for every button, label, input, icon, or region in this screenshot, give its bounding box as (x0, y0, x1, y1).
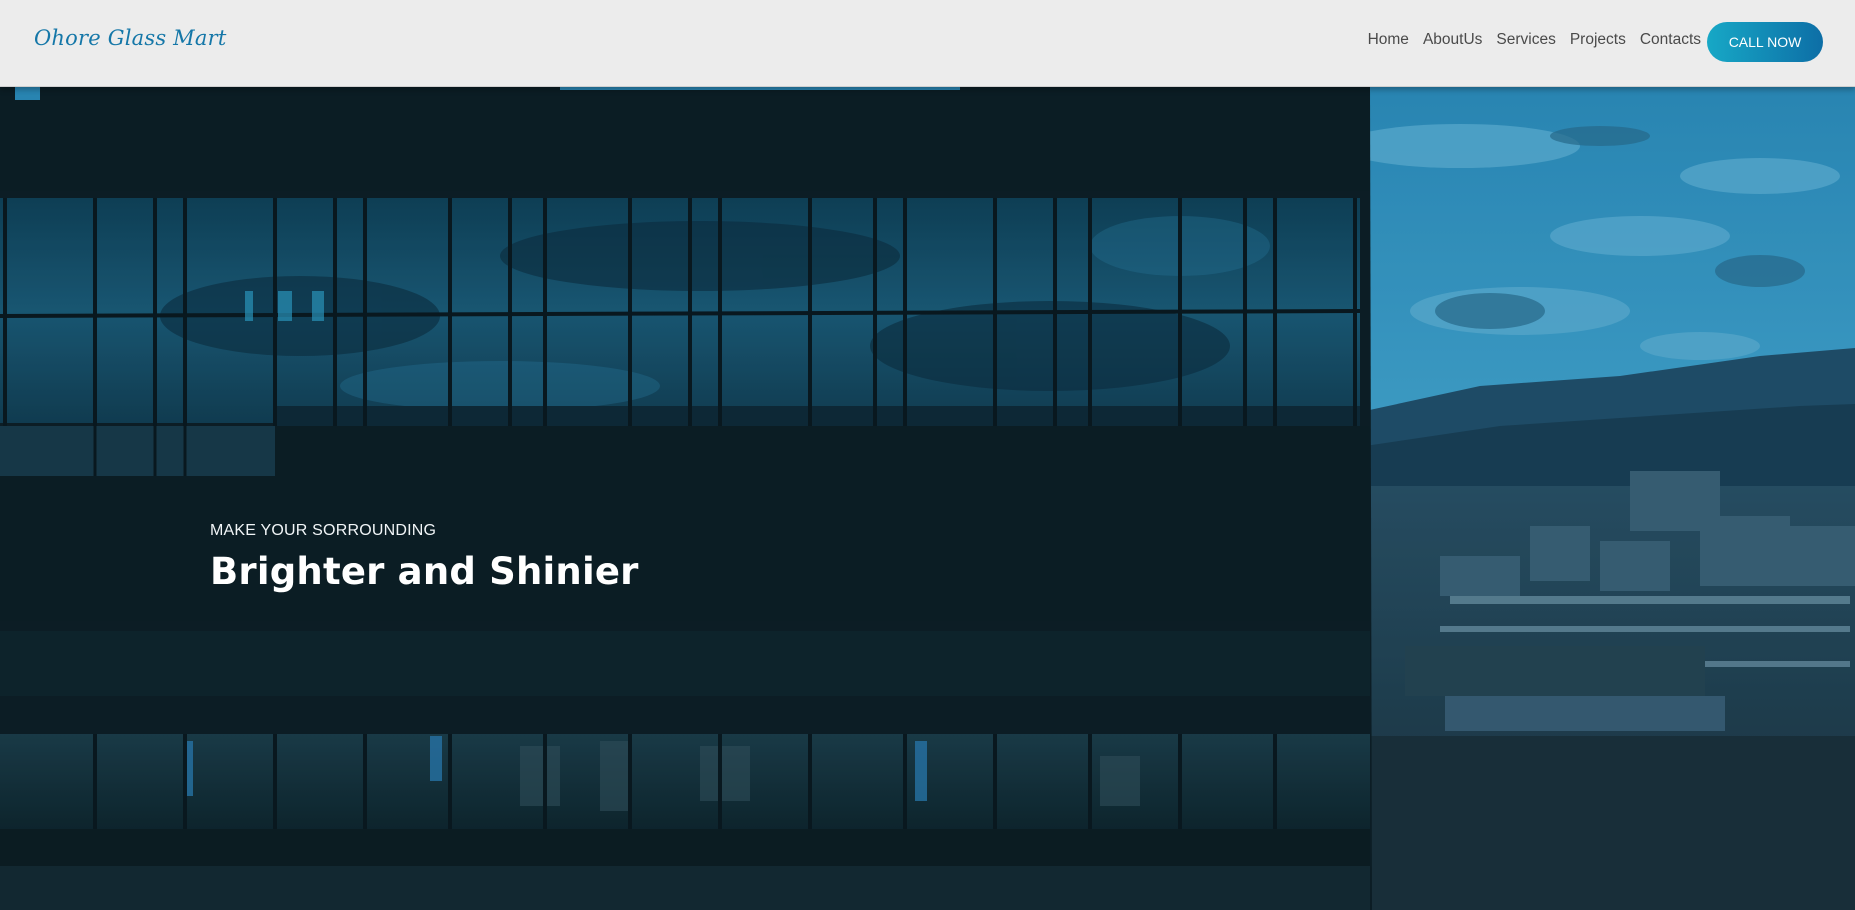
nav-menu: Home AboutUs Services Projects Contacts (1368, 31, 1701, 49)
hero-text-block: MAKE YOUR SORROUNDING Brighter and Shini… (210, 522, 639, 593)
nav-services-link[interactable]: Services (1496, 31, 1555, 49)
brand-logo[interactable]: Ohore Glass Mart (34, 26, 226, 50)
nav-home-link[interactable]: Home (1368, 31, 1409, 49)
hero-background-image (0, 86, 1855, 910)
nav-aboutus-link[interactable]: AboutUs (1423, 31, 1482, 49)
nav-projects-link[interactable]: Projects (1570, 31, 1626, 49)
hero-section: MAKE YOUR SORROUNDING Brighter and Shini… (0, 86, 1855, 910)
nav-contacts-link[interactable]: Contacts (1640, 31, 1701, 49)
hero-subtitle: MAKE YOUR SORROUNDING (210, 522, 437, 539)
navbar: Ohore Glass Mart Home AboutUs Services P… (0, 0, 1855, 87)
hero-title: Brighter and Shinier (210, 550, 639, 593)
call-now-button[interactable]: CALL NOW (1707, 22, 1823, 62)
